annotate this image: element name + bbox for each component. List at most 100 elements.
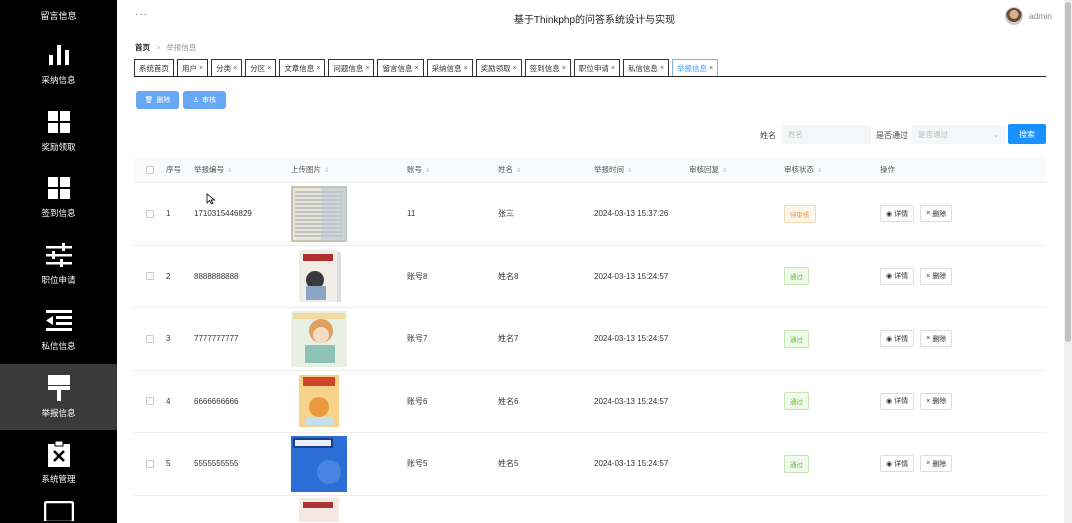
row-checkbox[interactable] — [134, 209, 166, 218]
tab-item[interactable]: 留言信息 × — [377, 59, 424, 76]
row-account: 账号6 — [407, 396, 428, 406]
detail-button[interactable]: ◉ 详情 — [880, 455, 915, 473]
sidebar-item-label: 私信信息 — [41, 341, 76, 352]
brush-icon — [45, 374, 73, 401]
row-code: 6666666666 — [194, 396, 239, 406]
sidebar-item-label: 采纳信息 — [41, 75, 76, 86]
row-delete-button-label: 删除 — [932, 398, 947, 406]
tab-close-icon[interactable]: × — [562, 65, 566, 72]
row-account: 账号5 — [407, 459, 428, 469]
tab-close-icon[interactable]: × — [414, 65, 418, 72]
row-checkbox[interactable] — [134, 459, 166, 468]
sidebar-item-adopt[interactable]: 采纳信息 — [0, 31, 117, 98]
status-badge: 通过 — [784, 267, 809, 286]
select-all-checkbox[interactable] — [134, 165, 166, 174]
row-name: 姓名6 — [498, 396, 519, 406]
row-checkbox[interactable] — [134, 397, 166, 406]
col-header-account[interactable]: 账号 ⇕ — [407, 164, 498, 175]
breadcrumb-home[interactable]: 首页 — [135, 43, 150, 52]
search-button[interactable]: 搜索 — [1008, 124, 1046, 144]
tab-item[interactable]: 分区 × — [245, 59, 277, 76]
page-scrollbar[interactable] — [1064, 0, 1072, 523]
sidebar-item-message[interactable]: 私信信息 — [0, 297, 117, 364]
row-image[interactable] — [291, 435, 347, 492]
row-image — [299, 498, 339, 522]
tab-item[interactable]: 奖励领取 × — [475, 59, 522, 76]
col-header-image[interactable]: 上传图片 ⇕ — [291, 164, 407, 175]
tab-item[interactable]: 举报信息 × — [672, 59, 719, 76]
tab-item[interactable]: 采纳信息 × — [426, 59, 473, 76]
detail-button[interactable]: ◉ 详情 — [880, 205, 915, 223]
row-delete-button[interactable]: × 删除 — [920, 267, 953, 285]
tab-item[interactable]: 文章信息 × — [279, 59, 326, 76]
row-delete-button[interactable]: × 删除 — [920, 455, 953, 473]
row-delete-button[interactable]: × 删除 — [920, 330, 953, 348]
col-header-code[interactable]: 举报编号 ⇕ — [194, 164, 291, 175]
tab-item[interactable]: 问题信息 × — [328, 59, 375, 76]
detail-button[interactable]: ◉ 详情 — [880, 267, 915, 285]
row-image[interactable] — [291, 185, 347, 242]
tab-close-icon[interactable]: × — [660, 65, 664, 72]
eye-icon: ◉ — [886, 398, 893, 406]
col-header-status[interactable]: 审核状态 ⇕ — [784, 164, 880, 175]
detail-button-label: 详情 — [894, 210, 909, 218]
tab-close-icon[interactable]: × — [611, 65, 615, 72]
detail-button[interactable]: ◉ 详情 — [880, 392, 915, 410]
sidebar-item-report[interactable]: 举报信息 — [0, 363, 117, 430]
audit-button[interactable]: ♙ 审核 — [183, 91, 226, 109]
col-header-time[interactable]: 举报时间 ⇕ — [594, 164, 689, 175]
sidebar-item-signin[interactable]: 签到信息 — [0, 164, 117, 231]
row-image[interactable] — [291, 248, 347, 305]
tab-close-icon[interactable]: × — [513, 65, 517, 72]
sidebar-item-reward[interactable]: 奖励领取 — [0, 98, 117, 165]
scrollbar-thumb[interactable] — [1065, 2, 1071, 342]
avatar — [1004, 7, 1023, 25]
row-time: 2024-03-13 15:37:26 — [594, 209, 669, 219]
detail-button[interactable]: ◉ 详情 — [880, 330, 915, 348]
tab-close-icon[interactable]: × — [233, 65, 237, 72]
tab-item[interactable]: 用户 × — [177, 59, 209, 76]
tab-label: 举报信息 — [677, 63, 708, 73]
row-code: 1710315446829 — [194, 209, 252, 219]
detail-button-label: 详情 — [894, 460, 909, 468]
row-code: 5555555555 — [194, 459, 239, 469]
sidebar-item-job[interactable]: 职位申请 — [0, 231, 117, 298]
sidebar-item-label: 职位申请 — [41, 274, 76, 285]
row-checkbox[interactable] — [134, 334, 166, 343]
tab-label: 采纳信息 — [431, 63, 462, 73]
col-header-reply[interactable]: 审核回复 ⇕ — [689, 164, 784, 175]
eye-icon: ◉ — [886, 273, 893, 281]
tab-item[interactable]: 职位申请 × — [573, 59, 620, 76]
tab-close-icon[interactable]: × — [316, 65, 320, 72]
user-menu[interactable]: admin — [1004, 7, 1052, 25]
tab-close-icon[interactable]: × — [267, 65, 271, 72]
sidebar-item-more[interactable] — [0, 497, 117, 523]
col-header-name[interactable]: 姓名 ⇕ — [498, 164, 594, 175]
tab-close-icon[interactable]: × — [464, 65, 468, 72]
tab-item[interactable]: 私信信息 × — [622, 59, 670, 76]
tab-label: 文章信息 — [284, 63, 315, 73]
row-image[interactable] — [291, 310, 347, 367]
tab-close-icon[interactable]: × — [709, 65, 713, 72]
row-delete-button[interactable]: × 删除 — [920, 205, 953, 223]
sidebar-item-system[interactable]: 系统管理 — [0, 430, 117, 497]
delete-button[interactable]: 🗑 删除 — [136, 91, 179, 109]
grid-icon — [45, 175, 73, 201]
delete-button-label: 删除 — [156, 97, 171, 104]
row-code: 7777777777 — [194, 334, 239, 344]
eye-icon: ◉ — [886, 460, 893, 468]
status-badge: 待审核 — [784, 204, 816, 223]
name-input[interactable]: 姓名 — [782, 125, 871, 144]
row-checkbox[interactable] — [134, 272, 166, 281]
row-image[interactable] — [291, 373, 347, 430]
tab-close-icon[interactable]: × — [365, 65, 369, 72]
tab-item[interactable]: 系统首页 — [134, 59, 174, 76]
row-delete-button[interactable]: × 删除 — [920, 392, 953, 410]
sliders-icon — [45, 242, 73, 268]
sidebar-top-item[interactable]: 留言信息 — [0, 0, 117, 31]
tab-close-icon[interactable]: × — [199, 65, 203, 72]
pass-select[interactable]: 是否通过 ⌄ — [912, 125, 1005, 144]
tab-item[interactable]: 签到信息 × — [524, 59, 571, 76]
indent-list-icon — [45, 308, 73, 334]
tab-item[interactable]: 分类 × — [211, 59, 243, 76]
